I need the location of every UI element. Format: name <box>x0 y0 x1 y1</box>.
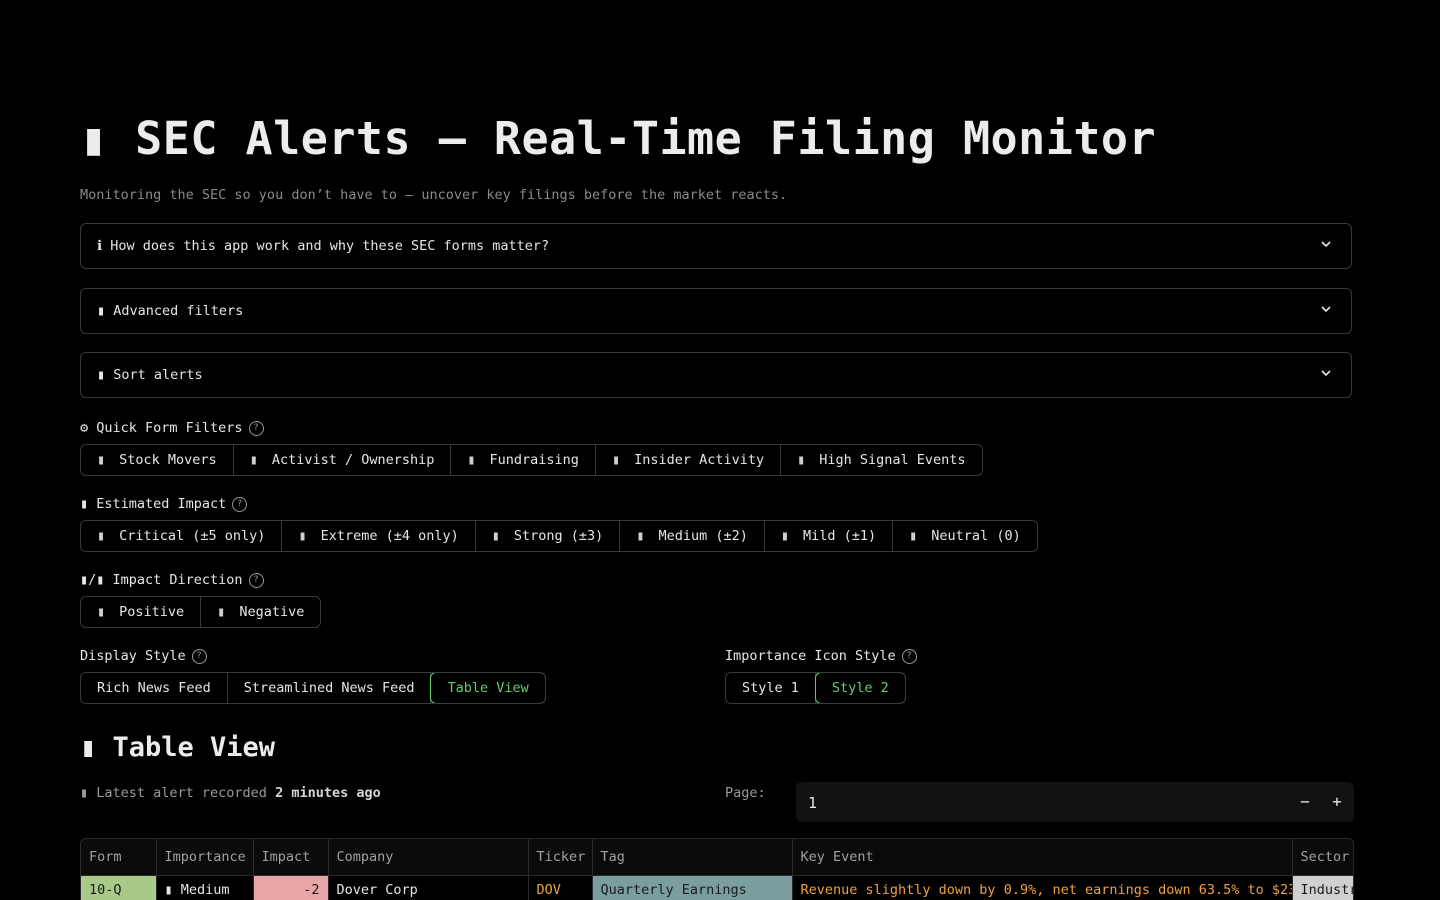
cell-key-event: Revenue slightly down by 0.9%, net earni… <box>792 875 1293 900</box>
direction-filters-group: ▮ Positive ▮ Negative <box>80 596 322 628</box>
cell-ticker: DOV <box>528 875 593 900</box>
filter-insider-activity[interactable]: ▮ Insider Activity <box>596 445 782 475</box>
impact-medium[interactable]: ▮ Medium (±2) <box>620 521 765 551</box>
quick-filters-group: ▮ Stock Movers ▮ Activist / Ownership ▮ Fun… <box>80 444 983 476</box>
impact-strong[interactable]: ▮ Strong (±3) <box>476 521 621 551</box>
help-icon[interactable]: ? <box>191 648 207 664</box>
col-key-event[interactable]: Key Event <box>792 839 1293 876</box>
table-row[interactable]: 10-Q ▮ Medium -2 Dover Corp DOV Quarterl… <box>81 875 1353 900</box>
page-title: ▮ SEC Alerts — Real-Time Filing Monitor <box>80 112 1157 165</box>
mild-icon: ▮ <box>780 528 789 544</box>
latest-alert-status: ▮ Latest alert recorded 2 minutes ago <box>80 785 381 801</box>
impact-filters-group: ▮ Critical (±5 only) ▮ Extreme (±4 only) ▮… <box>80 520 1038 552</box>
col-tag[interactable]: Tag <box>592 839 793 876</box>
cell-form: 10-Q <box>81 875 157 900</box>
impact-neutral[interactable]: ▮ Neutral (0) <box>893 521 1037 551</box>
money-icon: ▮ <box>467 452 476 468</box>
help-icon[interactable]: ? <box>248 572 264 588</box>
increment-button[interactable]: + <box>1322 782 1352 822</box>
impact-direction-label: ▮/▮ Impact Direction ? <box>80 572 264 588</box>
page-subtitle: Monitoring the SEC so you don’t have to … <box>80 187 788 203</box>
display-streamlined-news-feed[interactable]: Streamlined News Feed <box>228 673 432 703</box>
display-rich-news-feed[interactable]: Rich News Feed <box>81 673 228 703</box>
latest-alert-time: 2 minutes ago <box>275 785 381 801</box>
col-form[interactable]: Form <box>81 839 157 876</box>
neutral-icon: ▮ <box>909 528 918 544</box>
icon-style-2[interactable]: Style 2 <box>814 673 905 703</box>
table-header-row: Form Importance Impact Company Ticker Ta… <box>81 839 1353 876</box>
display-table-view[interactable]: Table View <box>430 673 545 703</box>
direction-positive[interactable]: ▮ Positive <box>81 597 202 627</box>
strong-icon: ▮ <box>491 528 500 544</box>
col-impact[interactable]: Impact <box>253 839 329 876</box>
filter-high-signal-events[interactable]: ▮ High Signal Events <box>781 445 981 475</box>
help-icon[interactable]: ? <box>232 496 248 512</box>
table-view-heading: ▮ Table View <box>80 732 276 763</box>
cell-impact: -2 <box>253 875 329 900</box>
signal-icon: ▮ <box>797 452 806 468</box>
quick-filters-label: ⚙ Quick Form Filters ? <box>80 420 264 436</box>
col-importance[interactable]: Importance <box>156 839 254 876</box>
decrement-button[interactable]: − <box>1290 782 1320 822</box>
impact-mild[interactable]: ▮ Mild (±1) <box>765 521 894 551</box>
medium-icon: ▮ <box>636 528 645 544</box>
col-company[interactable]: Company <box>328 839 529 876</box>
page-number-stepper: − + <box>796 782 1354 822</box>
icon-style-group: Style 1 Style 2 <box>725 672 906 704</box>
arrow-up-icon: ▮ <box>97 604 106 620</box>
expander-sort-alerts[interactable]: ▮ Sort alerts <box>80 352 1352 398</box>
col-ticker[interactable]: Ticker <box>528 839 593 876</box>
chart-icon: ▮ <box>97 452 106 468</box>
expander-how-it-works[interactable]: ℹ How does this app work and why these S… <box>80 223 1352 269</box>
cell-tag: Quarterly Earnings <box>592 875 793 900</box>
expander-label: ▮ Sort alerts <box>97 367 203 383</box>
filter-stock-movers[interactable]: ▮ Stock Movers <box>81 445 234 475</box>
help-icon[interactable]: ? <box>248 420 264 436</box>
filter-fundraising[interactable]: ▮ Fundraising <box>451 445 596 475</box>
impact-critical[interactable]: ▮ Critical (±5 only) <box>81 521 283 551</box>
critical-icon: ▮ <box>97 528 106 544</box>
expander-advanced-filters[interactable]: ▮ Advanced filters <box>80 288 1352 334</box>
icon-style-1[interactable]: Style 1 <box>726 673 816 703</box>
chevron-down-icon <box>1321 306 1331 313</box>
cell-importance: ▮ Medium <box>156 875 254 900</box>
icon-style-label: Importance Icon Style ? <box>725 648 917 664</box>
estimated-impact-label: ▮ Estimated Impact ? <box>80 496 248 512</box>
cell-sector: Industrials <box>1292 875 1353 900</box>
chevron-down-icon <box>1321 241 1331 248</box>
alerts-table: Form Importance Impact Company Ticker Ta… <box>80 838 1354 900</box>
col-sector[interactable]: Sector <box>1292 839 1353 876</box>
person-icon: ▮ <box>249 452 258 468</box>
arrow-down-icon: ▮ <box>217 604 226 620</box>
filter-activist-ownership[interactable]: ▮ Activist / Ownership <box>234 445 452 475</box>
page-number-input[interactable] <box>806 790 1250 816</box>
expander-label: ℹ How does this app work and why these S… <box>97 238 550 254</box>
insider-icon: ▮ <box>611 452 621 468</box>
help-icon[interactable]: ? <box>901 648 917 664</box>
chevron-down-icon <box>1321 370 1331 377</box>
direction-negative[interactable]: ▮ Negative <box>201 597 320 627</box>
display-style-label: Display Style ? <box>80 648 207 664</box>
display-style-group: Rich News Feed Streamlined News Feed Tab… <box>80 672 546 704</box>
expander-label: ▮ Advanced filters <box>97 303 244 319</box>
impact-extreme[interactable]: ▮ Extreme (±4 only) <box>282 521 476 551</box>
extreme-icon: ▮ <box>298 528 307 544</box>
page-number-label: Page: <box>725 785 766 801</box>
cell-company: Dover Corp <box>328 875 529 900</box>
